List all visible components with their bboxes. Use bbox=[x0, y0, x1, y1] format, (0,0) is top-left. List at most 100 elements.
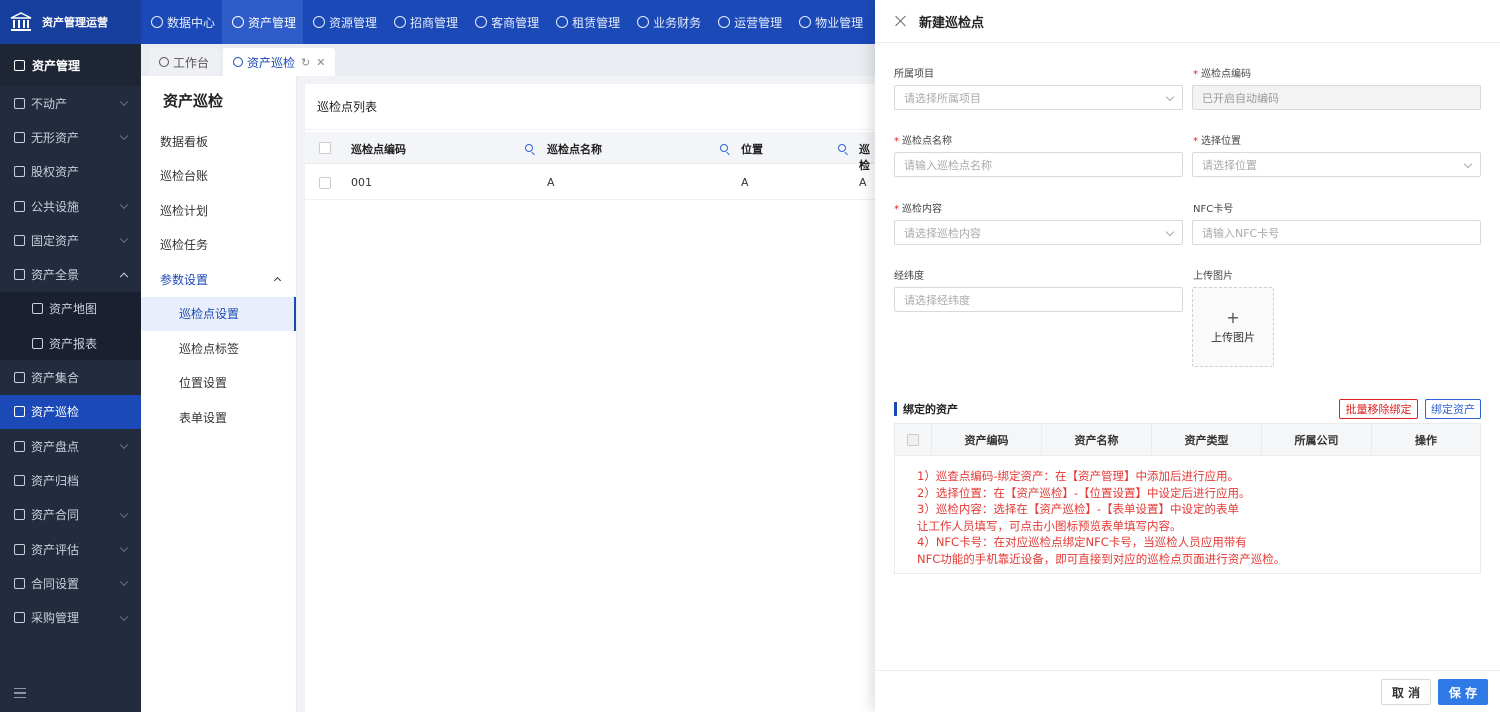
submenu-item[interactable]: 巡检点设置 bbox=[141, 296, 296, 331]
chevron-down-icon bbox=[1165, 92, 1175, 102]
topnav-item-label: 资产管理 bbox=[248, 15, 297, 30]
chevron-down-icon bbox=[119, 200, 129, 210]
sidebar-item[interactable]: 采购管理 bbox=[0, 600, 141, 634]
search-icon[interactable] bbox=[720, 144, 728, 152]
submenu-item[interactable]: 巡检任务 bbox=[141, 228, 296, 263]
page-tab[interactable]: 工作台 bbox=[149, 48, 220, 76]
sidebar-item-label: 资产报表 bbox=[49, 336, 98, 351]
sidebar: 资产管理 不动产无形资产股权资产 公共设施 固定资产 资产全景 资产地图资产报表资产集合… bbox=[0, 44, 141, 712]
search-icon[interactable] bbox=[838, 144, 846, 152]
help-note-line: 1）巡查点编码-绑定资产：在【资产管理】中添加后进行应用。 bbox=[917, 469, 1239, 483]
topnav-item[interactable]: 租赁管理 bbox=[546, 0, 627, 44]
collapse-menu-icon[interactable] bbox=[14, 688, 26, 698]
save-button[interactable]: 保 存 bbox=[1438, 679, 1488, 705]
bound-assets-title: 绑定的资产 bbox=[894, 402, 958, 416]
menu-item-icon bbox=[14, 131, 25, 143]
location-select[interactable]: 请选择位置 bbox=[1192, 152, 1481, 177]
sidebar-item[interactable]: 公共设施 bbox=[0, 189, 141, 223]
help-note-line: 2）选择位置：在【资产巡检】-【位置设置】中设定后进行应用。 bbox=[917, 485, 1251, 500]
close-icon[interactable]: ✕ bbox=[316, 56, 325, 69]
sidebar-item[interactable]: 不动产 bbox=[0, 86, 141, 120]
sidebar-item[interactable]: 资产归档 bbox=[0, 463, 141, 497]
submenu-item[interactable]: 位置设置 bbox=[141, 366, 296, 401]
menu-item-icon bbox=[14, 97, 25, 109]
name-input[interactable]: 请输入巡检点名称 bbox=[894, 152, 1183, 177]
chevron-down-icon bbox=[119, 509, 129, 518]
module-submenu: 资产巡检 数据看板 巡检台账 巡检计划 巡检任务 参数设置 巡检点设置 巡检点标签 位置设置表… bbox=[141, 76, 297, 712]
refresh-icon[interactable]: ↻ bbox=[301, 56, 310, 69]
page-tab[interactable]: 资产巡检 ↻ ✕ bbox=[223, 48, 336, 76]
sidebar-item[interactable]: 资产盘点 bbox=[0, 429, 141, 463]
sidebar-menu: 不动产 无形资产 股权资产 公共设施 固定资产 资产全景 资产地图 资产报表 资产集合 资产巡检资… bbox=[0, 86, 141, 635]
tab-label: 资产巡检 bbox=[247, 55, 296, 70]
menu-item-icon bbox=[14, 440, 25, 452]
content-label: * 巡检内容 bbox=[894, 204, 942, 215]
sidebar-item[interactable]: 合同设置 bbox=[0, 566, 141, 600]
sidebar-item[interactable]: 资产集合 bbox=[0, 360, 141, 394]
submenu-item[interactable]: 数据看板 bbox=[141, 124, 296, 159]
people-icon bbox=[475, 16, 488, 28]
submenu-item[interactable]: 巡检台账 bbox=[141, 159, 296, 194]
submenu-item[interactable]: 巡检点标签 bbox=[141, 331, 296, 366]
sidebar-item[interactable]: 资产巡检 bbox=[0, 394, 141, 429]
sidebar-item[interactable]: 股权资产 bbox=[0, 155, 141, 189]
sidebar-item[interactable]: 资产评估 bbox=[0, 532, 141, 566]
submenu-item[interactable]: 表单设置 bbox=[141, 400, 296, 435]
submenu-item[interactable]: 巡检计划 bbox=[141, 193, 296, 228]
project-label-text: 所属项目 bbox=[894, 69, 934, 80]
select-all-checkbox[interactable] bbox=[319, 142, 331, 154]
table-row[interactable]: 001 A A A bbox=[305, 166, 875, 200]
topnav-item[interactable]: 资产管理 bbox=[222, 0, 304, 44]
list-title: 巡检点列表 bbox=[305, 84, 875, 130]
topnav-item[interactable]: 业务财务 bbox=[627, 0, 708, 44]
sidebar-item[interactable]: 无形资产 bbox=[0, 120, 141, 154]
nfc-label-text: NFC卡号 bbox=[1193, 204, 1234, 215]
sidebar-item-label: 无形资产 bbox=[31, 130, 80, 145]
topnav-item-label: 数据中心 bbox=[167, 15, 216, 30]
chevron-down-icon bbox=[119, 577, 129, 587]
search-icon[interactable] bbox=[525, 144, 533, 152]
app-logo[interactable]: 资产管理运营 bbox=[0, 0, 141, 44]
list-table-header: 巡检点编码 巡检点名称 位置 巡检 bbox=[305, 132, 875, 172]
submenu-item[interactable]: 参数设置 bbox=[141, 262, 296, 297]
sidebar-item[interactable]: 资产全景 bbox=[0, 257, 141, 291]
app-title: 资产管理运营 bbox=[42, 16, 108, 29]
chevron-up-icon bbox=[273, 277, 282, 285]
name-label: * 巡检点名称 bbox=[894, 136, 952, 147]
chart-icon bbox=[718, 16, 731, 28]
plus-icon: + bbox=[1226, 307, 1240, 327]
topnav-item[interactable]: 运营管理 bbox=[708, 0, 789, 44]
topnav-item[interactable]: 物业管理 bbox=[789, 0, 870, 44]
topnav-item[interactable]: 招商管理 bbox=[384, 0, 465, 44]
sidebar-header[interactable]: 资产管理 bbox=[0, 44, 141, 86]
row-checkbox[interactable] bbox=[319, 177, 331, 189]
close-icon[interactable] bbox=[895, 15, 907, 27]
table-cell: A bbox=[859, 176, 867, 189]
menu-item-icon bbox=[32, 303, 43, 315]
batch-remove-button[interactable]: 批量移除绑定 bbox=[1339, 399, 1418, 419]
topnav-item[interactable]: 数据中心 bbox=[141, 0, 222, 44]
select-all-checkbox[interactable] bbox=[907, 434, 919, 446]
name-placeholder: 请输入巡检点名称 bbox=[904, 158, 992, 172]
coords-input[interactable]: 请选择经纬度 bbox=[894, 287, 1183, 312]
location-label-text: 选择位置 bbox=[1201, 136, 1241, 147]
submenu-list: 数据看板 巡检台账 巡检计划 巡检任务 参数设置 巡检点设置 巡检点标签 位置设置 表单设置 bbox=[141, 124, 296, 435]
upload-image-button[interactable]: + 上传图片 bbox=[1192, 287, 1274, 367]
content-select[interactable]: 请选择巡检内容 bbox=[894, 220, 1183, 245]
menu-item-icon bbox=[14, 543, 25, 555]
tab-label: 工作台 bbox=[173, 55, 210, 70]
sidebar-item[interactable]: 资产地图 bbox=[0, 291, 141, 327]
chevron-down-icon bbox=[119, 440, 129, 450]
nfc-input[interactable]: 请输入NFC卡号 bbox=[1192, 220, 1481, 245]
menu-item-icon bbox=[14, 577, 25, 589]
sidebar-item[interactable]: 资产报表 bbox=[0, 326, 141, 361]
bind-asset-button[interactable]: 绑定资产 bbox=[1425, 399, 1481, 419]
sidebar-item[interactable]: 资产合同 bbox=[0, 498, 141, 532]
cancel-button[interactable]: 取 消 bbox=[1381, 679, 1431, 705]
project-select[interactable]: 请选择所属项目 bbox=[894, 85, 1183, 110]
topnav-item[interactable]: 资源管理 bbox=[303, 0, 384, 44]
coords-label-text: 经纬度 bbox=[894, 271, 924, 282]
topnav-item[interactable]: 客商管理 bbox=[465, 0, 546, 44]
new-inspection-point-drawer: 新建巡检点 所属项目 请选择所属项目 * 巡检点编码 已开启自动编码 * 巡检点名称… bbox=[875, 0, 1500, 712]
sidebar-item[interactable]: 固定资产 bbox=[0, 223, 141, 257]
